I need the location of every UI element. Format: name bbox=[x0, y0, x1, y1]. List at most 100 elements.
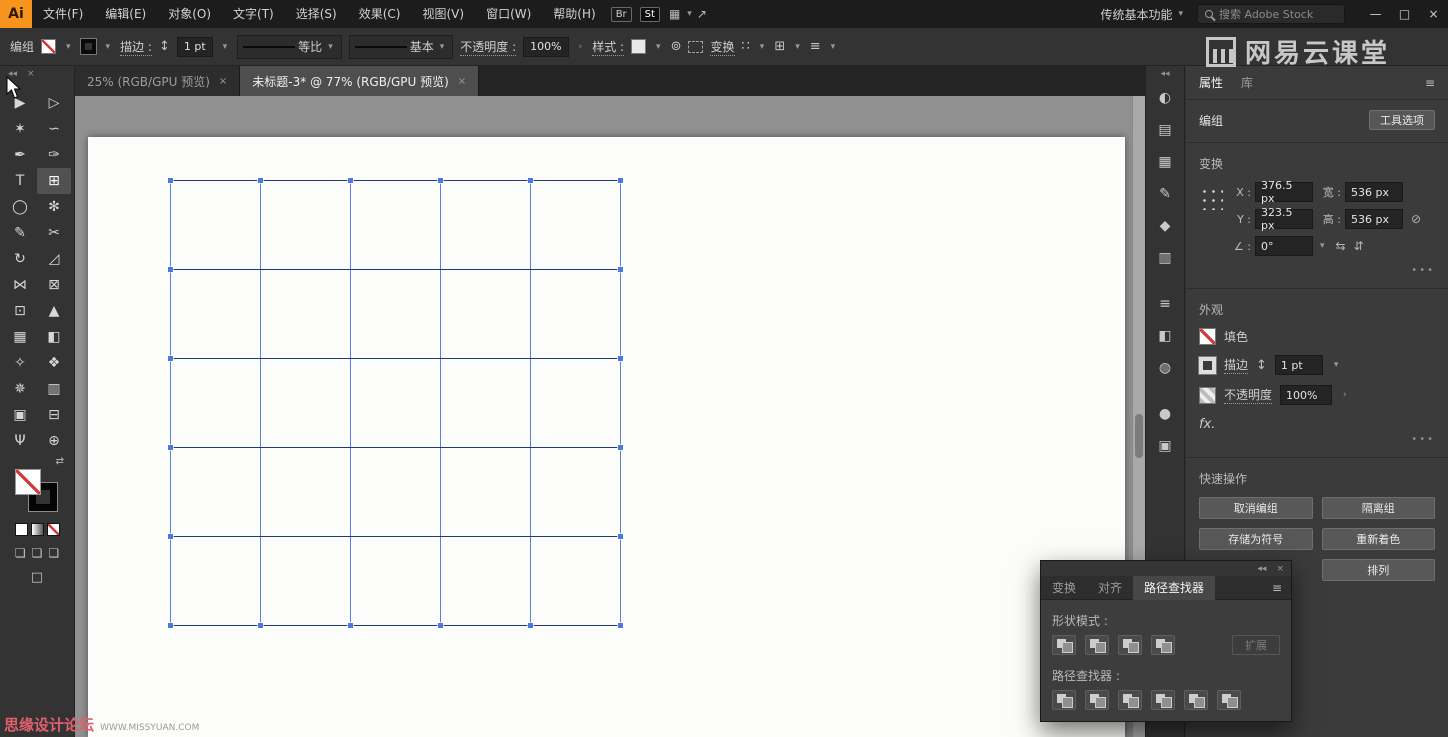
shape-builder-tool[interactable]: ⊡ bbox=[3, 298, 37, 324]
flip-horizontal-icon[interactable]: ⇆ bbox=[1336, 239, 1346, 253]
adobe-stock-search-input[interactable]: 搜索 Adobe Stock bbox=[1197, 4, 1345, 24]
pencil-tool[interactable]: ✎ bbox=[3, 220, 37, 246]
panel-collapse-icon[interactable]: ◂◂ bbox=[1257, 564, 1266, 574]
chevron-down-icon[interactable]: ▾ bbox=[828, 42, 839, 52]
draw-inside-icon[interactable]: ❏ bbox=[48, 546, 59, 560]
opacity-swatch[interactable] bbox=[1199, 387, 1216, 404]
menu-effect[interactable]: 效果(C) bbox=[348, 0, 412, 28]
artboard-tool[interactable]: ▣ bbox=[3, 402, 37, 428]
chevron-down-icon[interactable]: ▾ bbox=[63, 42, 74, 52]
close-button[interactable]: × bbox=[1419, 0, 1448, 28]
x-field[interactable]: 376.5 px bbox=[1255, 182, 1313, 202]
fill-none-indicator[interactable] bbox=[15, 469, 41, 495]
ungroup-button[interactable]: 取消编组 bbox=[1199, 497, 1313, 519]
document-tab-active[interactable]: 未标题-3* @ 77% (RGB/GPU 预览) × bbox=[240, 66, 479, 96]
dock-icon-gradient[interactable]: ◧ bbox=[1151, 323, 1179, 349]
mesh-tool[interactable]: ▦ bbox=[3, 324, 37, 350]
gradient-button[interactable] bbox=[31, 523, 44, 536]
none-button[interactable] bbox=[47, 523, 60, 536]
direct-selection-tool[interactable]: ▷ bbox=[37, 90, 71, 116]
anchor-point[interactable] bbox=[168, 445, 173, 450]
color-button[interactable] bbox=[15, 523, 28, 536]
minus-back-icon[interactable] bbox=[1217, 690, 1241, 710]
gradient-tool[interactable]: ◧ bbox=[37, 324, 71, 350]
lasso-tool[interactable]: ∽ bbox=[37, 116, 71, 142]
scissors-tool[interactable]: ✂ bbox=[37, 220, 71, 246]
chevron-down-icon[interactable]: ▾ bbox=[757, 42, 768, 52]
swap-fill-stroke-icon[interactable]: ⇄ bbox=[56, 456, 64, 467]
stroke-weight-field[interactable]: 1 pt bbox=[177, 37, 213, 57]
anchor-point[interactable] bbox=[168, 534, 173, 539]
anchor-point[interactable] bbox=[618, 445, 623, 450]
draw-behind-icon[interactable]: ❏ bbox=[32, 546, 43, 560]
select-similar-icon[interactable]: ⊞ bbox=[774, 39, 785, 54]
anchor-point[interactable] bbox=[618, 356, 623, 361]
chevron-down-icon[interactable]: ▾ bbox=[792, 42, 803, 52]
anchor-point[interactable] bbox=[348, 178, 353, 183]
grid-line-horizontal[interactable] bbox=[170, 625, 620, 626]
trim-icon[interactable] bbox=[1085, 690, 1109, 710]
stroke-color-swatch[interactable] bbox=[81, 39, 96, 54]
transform-more-options-icon[interactable]: ••• bbox=[1199, 265, 1435, 276]
anchor-point[interactable] bbox=[618, 623, 623, 628]
isolate-icon[interactable]: ≡ bbox=[810, 39, 821, 54]
tab-close-icon[interactable]: × bbox=[219, 76, 227, 87]
stroke-link[interactable]: 描边 bbox=[1224, 356, 1248, 374]
grid-line-horizontal[interactable] bbox=[170, 358, 620, 359]
anchor-point[interactable] bbox=[438, 178, 443, 183]
tab-close-icon[interactable]: × bbox=[458, 76, 466, 87]
panel-collapse-icon[interactable]: ◂◂ bbox=[8, 69, 17, 79]
type-tool[interactable]: T bbox=[3, 168, 37, 194]
fill-stroke-indicator[interactable] bbox=[13, 469, 61, 515]
menu-object[interactable]: 对象(O) bbox=[157, 0, 222, 28]
arrange-documents-icon[interactable]: ▦ bbox=[669, 7, 680, 21]
dock-collapse-icon[interactable]: ◂◂ bbox=[1160, 66, 1169, 82]
curvature-tool[interactable]: ✑ bbox=[37, 142, 71, 168]
grid-line-horizontal[interactable] bbox=[170, 269, 620, 270]
pen-tool[interactable]: ✒ bbox=[3, 142, 37, 168]
symbol-sprayer-tool[interactable]: ✵ bbox=[3, 376, 37, 402]
paintbrush-tool[interactable]: ✻ bbox=[37, 194, 71, 220]
anchor-point[interactable] bbox=[168, 267, 173, 272]
anchor-point[interactable] bbox=[348, 623, 353, 628]
y-field[interactable]: 323.5 px bbox=[1255, 209, 1313, 229]
scale-tool[interactable]: ◿ bbox=[37, 246, 71, 272]
share-icon[interactable]: ↗ bbox=[697, 7, 707, 21]
dock-icon-brushes[interactable]: ✎ bbox=[1151, 181, 1179, 207]
perspective-grid-tool[interactable]: ▲ bbox=[37, 298, 71, 324]
anchor-point[interactable] bbox=[528, 623, 533, 628]
reference-point-selector[interactable] bbox=[1199, 186, 1223, 210]
screen-mode-icon[interactable]: □ bbox=[31, 570, 43, 585]
slice-tool[interactable]: ⊟ bbox=[37, 402, 71, 428]
exclude-icon[interactable] bbox=[1151, 635, 1175, 655]
fx-button[interactable]: fx. bbox=[1199, 417, 1435, 432]
align-objects-icon[interactable]: ∷ bbox=[742, 39, 750, 54]
grid-line-vertical[interactable] bbox=[530, 180, 531, 625]
minimize-button[interactable]: — bbox=[1361, 0, 1390, 28]
column-graph-tool[interactable]: ▥ bbox=[37, 376, 71, 402]
ellipse-tool[interactable]: ◯ bbox=[3, 194, 37, 220]
grid-line-vertical[interactable] bbox=[260, 180, 261, 625]
unite-icon[interactable] bbox=[1052, 635, 1076, 655]
anchor-point[interactable] bbox=[258, 178, 263, 183]
workspace-switcher[interactable]: 传统基本功能 ▾ bbox=[1100, 6, 1183, 23]
grid-line-vertical[interactable] bbox=[620, 180, 621, 625]
variable-width-profile-dropdown[interactable]: 等比 ▾ bbox=[237, 35, 342, 59]
document-setup-icon[interactable]: ⊚ bbox=[671, 39, 682, 54]
recolor-button[interactable]: 重新着色 bbox=[1322, 528, 1436, 550]
expand-button[interactable]: 扩展 bbox=[1232, 635, 1280, 655]
grid-line-vertical[interactable] bbox=[170, 180, 171, 625]
divide-icon[interactable] bbox=[1052, 690, 1076, 710]
dock-icon-transparency[interactable]: ◍ bbox=[1151, 355, 1179, 381]
constrain-proportions-icon[interactable]: ⊘ bbox=[1411, 212, 1421, 226]
height-field[interactable]: 536 px bbox=[1345, 209, 1403, 229]
anchor-point[interactable] bbox=[168, 623, 173, 628]
document-tab[interactable]: 25% (RGB/GPU 预览) × bbox=[75, 66, 240, 96]
tab-libraries[interactable]: 库 bbox=[1241, 74, 1253, 91]
opacity-label[interactable]: 不透明度 : bbox=[460, 38, 516, 56]
panel-menu-icon[interactable]: ≡ bbox=[1425, 76, 1435, 90]
style-label[interactable]: 样式 : bbox=[592, 38, 624, 56]
dock-icon-appearance[interactable]: ● bbox=[1151, 401, 1179, 427]
outline-icon[interactable] bbox=[1184, 690, 1208, 710]
grid-line-horizontal[interactable] bbox=[170, 180, 620, 181]
